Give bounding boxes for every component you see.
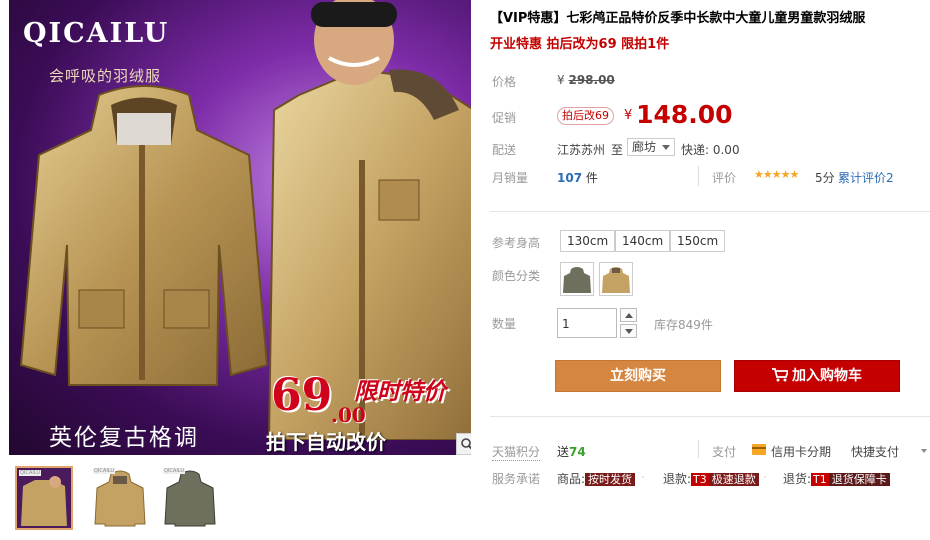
quantity-increase-button[interactable]	[620, 308, 637, 322]
credit-installment[interactable]: 信用卡分期	[771, 443, 831, 460]
service-return-prefix: 退货:	[783, 472, 812, 486]
sales-count: 107	[557, 171, 583, 185]
ship-to-word: 至	[611, 143, 624, 157]
quantity-decrease-button[interactable]	[620, 324, 637, 338]
size-option-150[interactable]: 150cm	[670, 230, 726, 252]
service-goods: 商品: 按时发货	[557, 470, 636, 487]
credit-card-icon	[752, 444, 766, 455]
service-label: 服务承诺	[492, 472, 541, 486]
destination-select[interactable]: 廊坊	[627, 138, 676, 156]
thumbnail-jacket-image	[94, 470, 146, 527]
style-text: 英伦复古格调	[49, 425, 199, 451]
color-label: 颜色分类	[492, 269, 541, 283]
monthly-sales: 107 件	[557, 169, 598, 186]
product-title[interactable]: 【VIP特惠】七彩鸬正品特价反季中长款中大童儿童男童款羽绒服	[490, 10, 920, 28]
fast-refund-badge[interactable]: 极速退款	[708, 473, 759, 486]
thumbnail-jacket-image	[164, 470, 216, 527]
thumbnail-tag: QICAILU	[163, 468, 185, 474]
color-option-gold[interactable]	[599, 262, 633, 296]
shipping-label: 配送	[492, 143, 517, 157]
original-price: ¥ 298.00	[557, 73, 615, 87]
auto-change-text: 拍下自动改价	[266, 430, 386, 454]
original-price-value: 298.00	[568, 73, 615, 87]
thumbnail-3[interactable]: QICAILU	[161, 466, 219, 530]
thumbnail-tag: QICAILU	[93, 468, 115, 474]
refund-code-badge: T3	[691, 473, 709, 486]
service-refund: 退款: T3 极速退款	[663, 470, 759, 487]
buy-now-button[interactable]: 立刻购买	[555, 360, 721, 392]
divider	[698, 440, 699, 458]
slogan-text: 会呼吸的羽绒服	[49, 67, 162, 85]
chevron-down-icon	[625, 329, 633, 334]
add-to-cart-button[interactable]: 加入购物车	[734, 360, 900, 392]
review-count-link[interactable]: 累计评价2	[838, 169, 894, 186]
tmall-points-label[interactable]: 天猫积分	[492, 443, 541, 461]
size-option-130[interactable]: 130cm	[560, 230, 616, 252]
chevron-up-icon	[625, 313, 633, 318]
currency-symbol: ¥	[624, 108, 633, 123]
brand-logo: QICAILU	[23, 18, 170, 49]
separator-dot: ·	[763, 470, 767, 484]
thumbnail-2[interactable]: QICAILU	[91, 466, 149, 530]
shipping-fee: 快递: 0.00	[681, 143, 740, 157]
jacket-image	[563, 267, 591, 293]
ship-from: 江苏苏州	[557, 143, 606, 157]
divider	[698, 166, 699, 186]
points-value: 74	[569, 445, 586, 459]
jacket-image	[602, 267, 630, 293]
currency-symbol: ¥	[557, 73, 565, 87]
current-price-value: 148.00	[636, 100, 733, 129]
size-label: 参考身高	[492, 236, 541, 250]
separator-dot: ·	[641, 470, 645, 484]
promo-label: 促销	[492, 111, 517, 125]
service-goods-prefix: 商品:	[557, 472, 586, 486]
jacket-image	[19, 85, 269, 386]
color-option-army-green[interactable]	[560, 262, 594, 296]
star-rating-icon: ★★★★★	[754, 168, 799, 181]
product-subtitle: 开业特惠 拍后改为69 限拍1件	[490, 37, 670, 52]
ship-on-time-badge[interactable]: 按时发货	[585, 473, 636, 486]
main-product-image[interactable]: QICAILU 会呼吸的羽绒服 69 .00 限时特价 拍下自动改价 英伦复古格…	[9, 0, 471, 455]
thumbnail-1[interactable]: QICAILU	[15, 466, 73, 530]
chevron-down-icon	[662, 145, 671, 150]
divider	[490, 416, 930, 417]
stock-count: 库存849件	[654, 318, 713, 332]
quantity-label: 数量	[492, 317, 517, 331]
current-price: ¥ 148.00	[624, 100, 733, 129]
magnifier-icon[interactable]	[456, 433, 471, 455]
service-refund-prefix: 退款:	[663, 472, 692, 486]
price-label: 价格	[492, 75, 517, 89]
sales-unit: 件	[585, 171, 598, 185]
add-to-cart-label: 加入购物车	[792, 368, 862, 384]
quick-pay[interactable]: 快捷支付	[851, 443, 899, 460]
divider	[490, 211, 930, 212]
chevron-down-icon[interactable]	[921, 449, 927, 453]
service-return: 退货: T1 退货保障卡	[783, 470, 890, 487]
thumbnail-jacket-image	[21, 476, 67, 526]
monthly-sales-label: 月销量	[492, 171, 529, 185]
size-option-140[interactable]: 140cm	[615, 230, 671, 252]
rating-score: 5分	[815, 171, 835, 185]
promo-price-decimal: .00	[331, 403, 366, 427]
rating-label: 评价	[712, 171, 737, 185]
limited-sale-text: 限时特价	[354, 379, 446, 405]
payment-label: 支付	[712, 445, 737, 459]
cart-icon	[772, 368, 790, 382]
return-guarantee-badge[interactable]: 退货保障卡	[828, 473, 890, 486]
return-code-badge: T1	[811, 473, 829, 486]
quantity-input[interactable]: 1	[557, 308, 617, 338]
thumbnail-strip: QICAILU QICAILU QICAILU	[9, 460, 224, 535]
points-prefix: 送	[557, 445, 570, 459]
thumbnail-tag: QICAILU	[19, 470, 41, 476]
promo-price: 69	[271, 370, 333, 421]
promo-badge: 拍后改69	[557, 107, 614, 125]
destination-value: 廊坊	[632, 140, 657, 154]
tmall-points: 送74	[557, 443, 586, 460]
